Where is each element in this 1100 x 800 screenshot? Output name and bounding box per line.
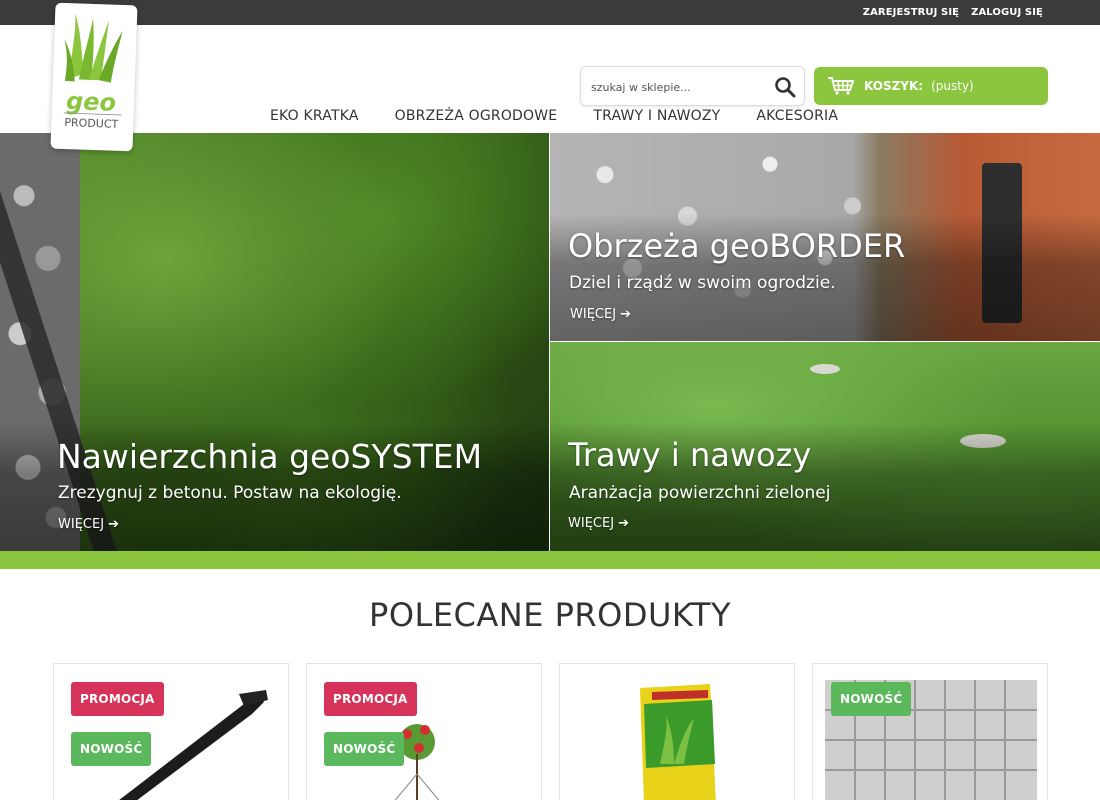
- new-badge: NOWOŚĆ: [324, 732, 405, 766]
- cart-status: (pusty): [931, 79, 974, 93]
- account-links: ZAREJESTRUJ SIĘ ZALOGUJ SIĘ: [863, 0, 1043, 25]
- featured-products: PROMOCJA NOWOŚĆ PROMOCJA NOWOŚĆ NOWOŚĆ: [53, 663, 1048, 800]
- hero-subtitle: Zrezygnuj z betonu. Postaw na ekologię.: [58, 483, 402, 503]
- arrow-right-icon: ➔: [108, 517, 120, 532]
- hero-title: Nawierzchnia geoSYSTEM: [57, 437, 483, 476]
- basket-icon: [826, 73, 856, 99]
- hero-tile-geosystem[interactable]: Nawierzchnia geoSYSTEM Zrezygnuj z beton…: [0, 133, 549, 551]
- green-divider: [0, 551, 1100, 569]
- hero-subtitle: Aranżacja powierzchni zielonej: [569, 483, 831, 503]
- hero-tile-geoborder[interactable]: Obrzeża geoBORDER Dziel i rządź w swoim …: [550, 133, 1100, 341]
- hero-tile-trawy[interactable]: Trawy i nawozy Aranżacja powierzchni zie…: [550, 342, 1100, 551]
- hero-subtitle: Dziel i rządź w swoim ogrodzie.: [569, 273, 836, 293]
- cart-label: KOSZYK:: [864, 79, 924, 93]
- nav-item-eko-kratka[interactable]: EKO KRATKA: [252, 108, 377, 124]
- featured-title: POLECANE PRODUKTY: [369, 596, 731, 634]
- nav-item-akcesoria[interactable]: AKCESORIA: [738, 108, 856, 124]
- hero-more-link[interactable]: WIĘCEJ ➔: [58, 517, 119, 532]
- sprinkler-disc-image: [810, 364, 840, 374]
- main-nav: EKO KRATKA OBRZEŻA OGRODOWE TRAWY I NAWO…: [252, 103, 856, 129]
- register-link[interactable]: ZAREJESTRUJ SIĘ: [863, 7, 959, 18]
- product-card[interactable]: PROMOCJA NOWOŚĆ: [53, 663, 289, 800]
- new-badge: NOWOŚĆ: [831, 682, 912, 716]
- product-card[interactable]: NOWOŚĆ: [812, 663, 1048, 800]
- product-card[interactable]: [559, 663, 795, 800]
- more-label: WIĘCEJ: [568, 516, 615, 531]
- promo-badge: PROMOCJA: [324, 682, 417, 716]
- logo-word-bottom: PRODUCT: [64, 116, 119, 131]
- new-badge: NOWOŚĆ: [71, 732, 152, 766]
- hero-banner: Nawierzchnia geoSYSTEM Zrezygnuj z beton…: [0, 133, 1100, 551]
- hero-more-link[interactable]: WIĘCEJ ➔: [568, 516, 629, 531]
- nav-item-trawy[interactable]: TRAWY I NAWOZY: [575, 108, 738, 124]
- hero-more-link[interactable]: WIĘCEJ ➔: [570, 307, 631, 322]
- top-bar: ZAREJESTRUJ SIĘ ZALOGUJ SIĘ: [0, 0, 1100, 25]
- logo-word-top: geo: [66, 87, 117, 117]
- search-input[interactable]: [591, 76, 761, 98]
- search-icon[interactable]: [774, 76, 796, 98]
- hero-title: Obrzeża geoBORDER: [568, 227, 906, 265]
- hero-title: Trawy i nawozy: [568, 436, 812, 474]
- arrow-right-icon: ➔: [618, 516, 630, 531]
- more-label: WIĘCEJ: [58, 517, 105, 532]
- site-header: KOSZYK: (pusty) EKO KRATKA OBRZEŻA OGROD…: [0, 25, 1100, 133]
- grass-seed-bag-image: [640, 684, 716, 800]
- promo-badge: PROMOCJA: [71, 682, 164, 716]
- product-card[interactable]: PROMOCJA NOWOŚĆ: [306, 663, 542, 800]
- search-box: [580, 66, 805, 106]
- arrow-right-icon: ➔: [620, 307, 632, 322]
- site-logo[interactable]: geo PRODUCT: [50, 2, 138, 152]
- login-link[interactable]: ZALOGUJ SIĘ: [971, 7, 1043, 18]
- more-label: WIĘCEJ: [570, 307, 617, 322]
- cart-button[interactable]: KOSZYK: (pusty): [814, 67, 1048, 105]
- nav-item-obrzeza[interactable]: OBRZEŻA OGRODOWE: [377, 108, 576, 124]
